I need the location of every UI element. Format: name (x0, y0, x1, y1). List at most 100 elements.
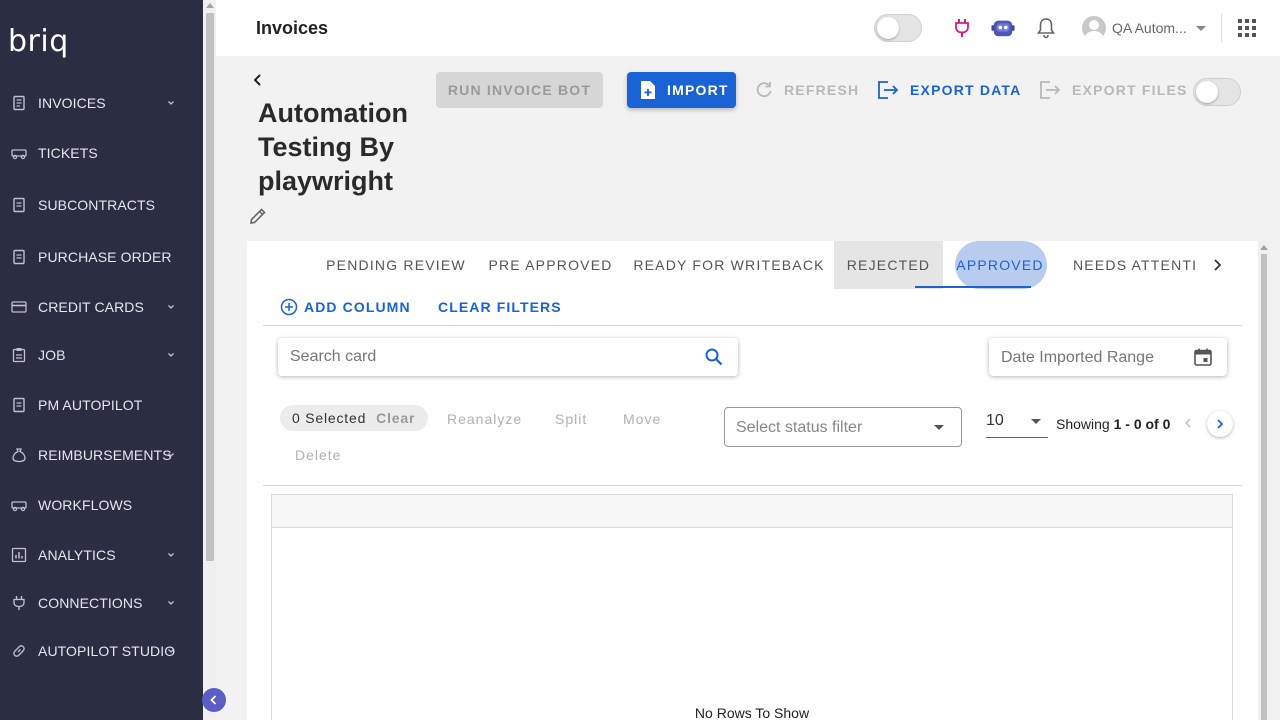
refresh-button[interactable]: REFRESH (754, 72, 859, 108)
add-column-label: ADD COLUMN (304, 299, 411, 315)
header-toggle[interactable] (874, 14, 922, 42)
top-header: Invoices QA Autom... (216, 0, 1280, 56)
export-files-toggle[interactable] (1193, 78, 1241, 106)
import-button[interactable]: IMPORT (627, 72, 736, 108)
sidebar-item-tickets[interactable]: TICKETS (0, 135, 203, 171)
previous-page-icon[interactable] (1180, 415, 1196, 431)
back-chevron-icon[interactable] (251, 72, 265, 88)
clear-filters-button[interactable]: CLEAR FILTERS (438, 296, 562, 318)
split-button[interactable]: Split (555, 411, 587, 427)
sidebar-item-connections[interactable]: CONNECTIONS (0, 585, 203, 621)
collapse-sidebar-button[interactable] (202, 688, 226, 712)
reanalyze-button[interactable]: Reanalyze (447, 411, 522, 427)
scrollbar-thumb[interactable] (1261, 254, 1267, 720)
chevron-down-icon (168, 101, 174, 105)
sidebar-item-credit-cards[interactable]: CREDIT CARDS (0, 289, 203, 325)
sidebar-item-label: SUBCONTRACTS (38, 197, 156, 213)
sidebar-item-invoices[interactable]: INVOICES (0, 85, 203, 121)
sidebar-item-label: TICKETS (38, 145, 98, 161)
sidebar-scrollbar[interactable] (203, 0, 216, 720)
sidebar-item-purchase-order[interactable]: PURCHASE ORDER (0, 239, 203, 275)
chevron-down-icon (168, 305, 174, 309)
user-menu[interactable]: QA Autom... (1082, 15, 1206, 41)
tab-label: APPROVED (956, 257, 1044, 273)
date-range-placeholder: Date Imported Range (1001, 349, 1154, 366)
workflow-icon (0, 497, 38, 513)
bot-icon[interactable] (991, 16, 1015, 40)
tab-rejected[interactable]: REJECTED (834, 241, 943, 289)
money-bag-icon (0, 447, 38, 463)
sidebar-item-label: AUTOPILOT STUDIO (38, 643, 176, 659)
search-input[interactable] (290, 346, 690, 368)
sidebar-item-label: CREDIT CARDS (38, 299, 144, 315)
sidebar-item-subcontracts[interactable]: SUBCONTRACTS (0, 187, 203, 223)
tab-pending-review[interactable]: PENDING REVIEW (315, 241, 477, 289)
chevron-down-icon (168, 601, 174, 605)
user-menu-caret-icon (1196, 25, 1206, 31)
clear-selection-button[interactable]: Clear (376, 410, 415, 426)
import-label: IMPORT (667, 82, 729, 98)
scroll-up-arrow-icon[interactable] (206, 3, 214, 8)
export-files-button[interactable]: EXPORT FILES (1038, 72, 1188, 108)
sidebar-item-label: PURCHASE ORDER (38, 249, 172, 265)
document-icon (0, 249, 38, 265)
link-icon (0, 643, 38, 659)
sidebar-item-reimbursements[interactable]: REIMBURSEMENTS (0, 437, 203, 473)
selection-chip: 0 Selected Clear (280, 405, 428, 431)
tab-needs-attention[interactable]: NEEDS ATTENTI (1057, 241, 1203, 289)
plug-icon[interactable] (950, 16, 974, 40)
sidebar-item-job[interactable]: JOB (0, 337, 203, 373)
toggle-knob (877, 17, 899, 39)
run-invoice-bot-button[interactable]: RUN INVOICE BOT (436, 72, 603, 108)
invoice-icon (0, 95, 38, 111)
status-filter-select[interactable]: Select status filter (724, 407, 962, 447)
plug-icon (0, 595, 38, 611)
sidebar-item-pm-autopilot[interactable]: PM AUTOPILOT (0, 387, 203, 423)
export-data-label: EXPORT DATA (910, 82, 1022, 98)
calendar-icon[interactable] (1193, 347, 1213, 367)
date-imported-range-field[interactable]: Date Imported Range (989, 338, 1227, 376)
chevron-left-icon (210, 695, 217, 705)
delete-button[interactable]: Delete (295, 447, 341, 463)
invoice-grid: No Rows To Show (271, 494, 1233, 720)
tab-label: NEEDS ATTENTI (1073, 257, 1198, 273)
add-column-button[interactable]: ADD COLUMN (280, 296, 411, 318)
page-size-select[interactable]: 10 (986, 410, 1048, 438)
bell-icon[interactable] (1034, 16, 1058, 40)
refresh-icon (756, 82, 772, 98)
divider (263, 485, 1242, 486)
scrollbar-thumb[interactable] (206, 13, 214, 561)
search-icon[interactable] (704, 347, 724, 367)
chevron-down-icon (168, 553, 174, 557)
scroll-up-arrow-icon[interactable] (1260, 245, 1268, 250)
divider (263, 325, 1242, 326)
tab-approved[interactable]: APPROVED (943, 241, 1057, 289)
tab-ready-for-writeback[interactable]: READY FOR WRITEBACK (624, 241, 834, 289)
move-button[interactable]: Move (623, 411, 661, 427)
search-card-field[interactable] (278, 338, 738, 376)
page-heading: Invoices (256, 18, 329, 38)
user-name: QA Autom... (1112, 20, 1187, 36)
sidebar-item-analytics[interactable]: ANALYTICS (0, 537, 203, 573)
refresh-label: REFRESH (784, 82, 860, 98)
apps-grid-icon[interactable] (1235, 16, 1259, 40)
export-data-button[interactable]: EXPORT DATA (876, 72, 1021, 108)
selected-count: 0 Selected (292, 410, 367, 426)
sidebar: briq INVOICES TICKETS SUBCONTRACTS PURCH… (0, 0, 203, 720)
brand-logo[interactable]: briq (8, 24, 69, 59)
edit-pencil-icon[interactable] (248, 206, 268, 226)
document-icon (0, 197, 38, 213)
content-scrollbar[interactable] (1258, 241, 1270, 720)
sidebar-item-label: CONNECTIONS (38, 595, 143, 611)
sidebar-item-autopilot-studio[interactable]: AUTOPILOT STUDIO (0, 633, 203, 669)
next-page-button[interactable] (1207, 411, 1233, 437)
export-icon (878, 81, 899, 99)
sidebar-item-workflows[interactable]: WORKFLOWS (0, 487, 203, 523)
page-size-value: 10 (986, 412, 1004, 429)
tabs-scroll-right-button[interactable] (1205, 253, 1229, 277)
clipboard-icon (0, 347, 38, 363)
tab-pre-approved[interactable]: PRE APPROVED (477, 241, 624, 289)
tab-label: READY FOR WRITEBACK (633, 257, 825, 273)
active-tab-indicator (915, 286, 1031, 288)
pagination-status: Showing 1 - 0 of 0 (1056, 416, 1170, 432)
